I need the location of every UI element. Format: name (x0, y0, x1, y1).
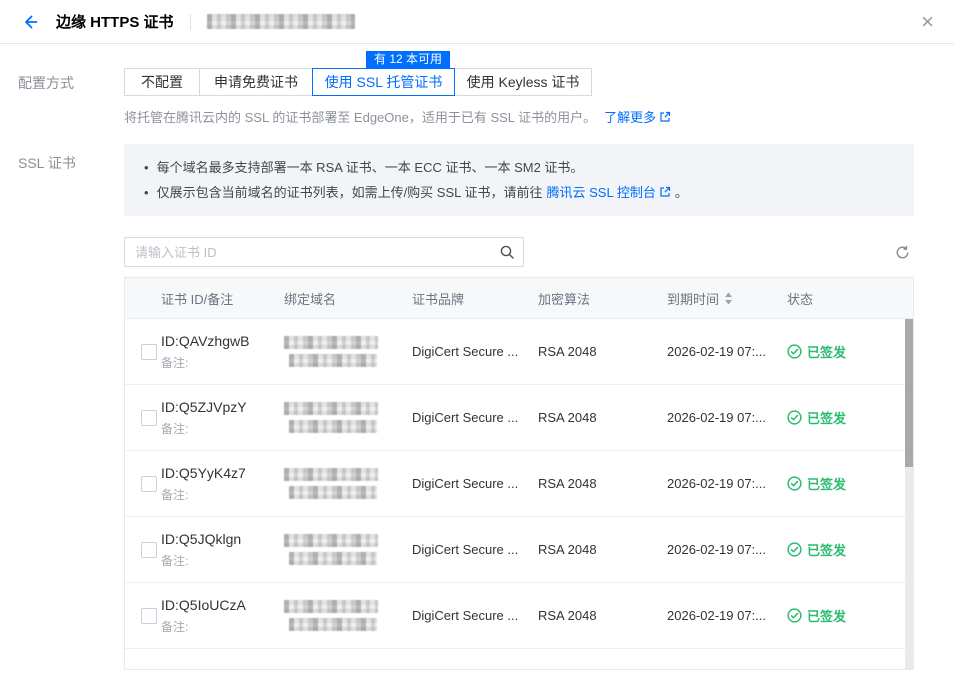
cert-algorithm: RSA 2048 (538, 542, 667, 557)
bullet-dot: • (144, 180, 149, 205)
table-row[interactable]: ID:Q5ZJVpzY 备注: DigiCert Secure ... RSA … (125, 385, 913, 451)
ssl-console-link[interactable]: 腾讯云 SSL 控制台 (547, 185, 671, 200)
col-header-expiry: 到期时间 (667, 289, 787, 308)
option-free-cert[interactable]: 申请免费证书 (199, 68, 313, 96)
table-row[interactable]: ID:QAVzhgwB 备注: DigiCert Secure ... RSA … (125, 319, 913, 385)
cert-remark: 备注: (161, 618, 284, 635)
redacted-domains (284, 468, 412, 499)
config-method-label: 配置方式 (0, 68, 124, 126)
cert-brand: DigiCert Secure ... (412, 410, 538, 425)
note-line-2: • 仅展示包含当前域名的证书列表，如需上传/购买 SSL 证书，请前往腾讯云 S… (144, 180, 894, 205)
cert-id: ID:Q5IoUCzA (161, 597, 284, 613)
option-no-config[interactable]: 不配置 (124, 68, 200, 96)
partial-row (125, 649, 913, 669)
refresh-icon[interactable] (895, 245, 910, 260)
back-arrow-icon[interactable] (20, 12, 40, 32)
cert-id: ID:Q5JQklgn (161, 531, 284, 547)
sort-icon[interactable] (724, 292, 733, 305)
check-circle-icon (787, 410, 802, 425)
cert-brand: DigiCert Secure ... (412, 608, 538, 623)
check-circle-icon (787, 542, 802, 557)
table-row[interactable]: ID:Q5YyK4z7 备注: DigiCert Secure ... RSA … (125, 451, 913, 517)
table-header-row: 证书 ID/备注 绑定域名 证书品牌 加密算法 到期时间 状态 (125, 278, 913, 319)
cert-algorithm: RSA 2048 (538, 410, 667, 425)
status-badge: 已签发 (787, 474, 913, 493)
redacted-domains (284, 600, 412, 631)
bullet-dot: • (144, 155, 149, 180)
status-badge: 已签发 (787, 408, 913, 427)
col-header-brand: 证书品牌 (412, 289, 538, 308)
cert-remark: 备注: (161, 420, 284, 437)
cert-expiry: 2026-02-19 07:... (667, 410, 787, 425)
cert-algorithm: RSA 2048 (538, 344, 667, 359)
config-method-button-group: 有 12 本可用 不配置 申请免费证书 使用 SSL 托管证书 使用 Keyle… (124, 68, 914, 96)
redacted-domain-name (207, 14, 355, 29)
option-ssl-hosted-cert[interactable]: 使用 SSL 托管证书 (312, 68, 455, 96)
cert-brand: DigiCert Secure ... (412, 542, 538, 557)
config-method-section: 配置方式 有 12 本可用 不配置 申请免费证书 使用 SSL 托管证书 使用 … (0, 68, 954, 126)
redacted-domains (284, 336, 412, 367)
cert-brand: DigiCert Secure ... (412, 476, 538, 491)
cert-search-box (124, 237, 524, 267)
available-count-badge: 有 12 本可用 (366, 51, 450, 68)
redacted-domains (284, 534, 412, 565)
note-1-text: 每个域名最多支持部署一本 RSA 证书、一本 ECC 证书、一本 SM2 证书。 (157, 155, 584, 180)
row-checkbox[interactable] (141, 608, 157, 624)
cert-expiry: 2026-02-19 07:... (667, 608, 787, 623)
col-header-algorithm: 加密算法 (538, 289, 667, 308)
page-header: 边缘 HTTPS 证书 × (0, 0, 954, 44)
cert-id: ID:QAVzhgwB (161, 333, 284, 349)
cert-expiry: 2026-02-19 07:... (667, 476, 787, 491)
status-badge: 已签发 (787, 342, 913, 361)
config-description: 将托管在腾讯云内的 SSL 的证书部署至 EdgeOne，适用于已有 SSL 证… (124, 107, 914, 126)
check-circle-icon (787, 608, 802, 623)
status-badge: 已签发 (787, 540, 913, 559)
search-icon[interactable] (499, 244, 515, 263)
check-circle-icon (787, 476, 802, 491)
cert-remark: 备注: (161, 552, 284, 569)
table-scrollbar-track[interactable] (905, 319, 913, 669)
cert-expiry: 2026-02-19 07:... (667, 344, 787, 359)
cert-algorithm: RSA 2048 (538, 608, 667, 623)
col-header-domain: 绑定域名 (284, 289, 412, 308)
row-checkbox[interactable] (141, 542, 157, 558)
row-checkbox[interactable] (141, 410, 157, 426)
header-divider (190, 14, 191, 30)
cert-id: ID:Q5YyK4z7 (161, 465, 284, 481)
cert-remark: 备注: (161, 354, 284, 371)
table-row[interactable]: ID:Q5JQklgn 备注: DigiCert Secure ... RSA … (125, 517, 913, 583)
cert-brand: DigiCert Secure ... (412, 344, 538, 359)
notes-box: • 每个域名最多支持部署一本 RSA 证书、一本 ECC 证书、一本 SM2 证… (124, 144, 914, 216)
cert-search-input[interactable] (124, 237, 524, 267)
config-description-text: 将托管在腾讯云内的 SSL 的证书部署至 EdgeOne，适用于已有 SSL 证… (124, 107, 596, 126)
cert-algorithm: RSA 2048 (538, 476, 667, 491)
status-badge: 已签发 (787, 606, 913, 625)
table-row[interactable]: ID:Q5IoUCzA 备注: DigiCert Secure ... RSA … (125, 583, 913, 649)
row-checkbox[interactable] (141, 344, 157, 360)
col-header-cert-id: 证书 ID/备注 (161, 289, 284, 308)
external-link-icon (659, 186, 671, 198)
cert-id: ID:Q5ZJVpzY (161, 399, 284, 415)
cert-remark: 备注: (161, 486, 284, 503)
note-line-1: • 每个域名最多支持部署一本 RSA 证书、一本 ECC 证书、一本 SM2 证… (144, 155, 894, 180)
cert-expiry: 2026-02-19 07:... (667, 542, 787, 557)
ssl-cert-section: SSL 证书 • 每个域名最多支持部署一本 RSA 证书、一本 ECC 证书、一… (0, 144, 954, 670)
close-icon[interactable]: × (921, 11, 934, 33)
redacted-domains (284, 402, 412, 433)
search-row (124, 237, 914, 267)
learn-more-link[interactable]: 了解更多 (604, 107, 671, 126)
page-title: 边缘 HTTPS 证书 (56, 11, 174, 32)
option-keyless-cert[interactable]: 使用 Keyless 证书 (454, 68, 592, 96)
row-checkbox[interactable] (141, 476, 157, 492)
ssl-cert-label: SSL 证书 (0, 144, 124, 670)
col-header-status: 状态 (787, 289, 913, 308)
external-link-icon (659, 111, 671, 123)
check-circle-icon (787, 344, 802, 359)
note-2-text: 仅展示包含当前域名的证书列表，如需上传/购买 SSL 证书，请前往腾讯云 SSL… (157, 180, 688, 205)
table-scrollbar-thumb[interactable] (905, 319, 913, 467)
cert-table: 证书 ID/备注 绑定域名 证书品牌 加密算法 到期时间 状态 ID:QAVzh… (124, 277, 914, 670)
